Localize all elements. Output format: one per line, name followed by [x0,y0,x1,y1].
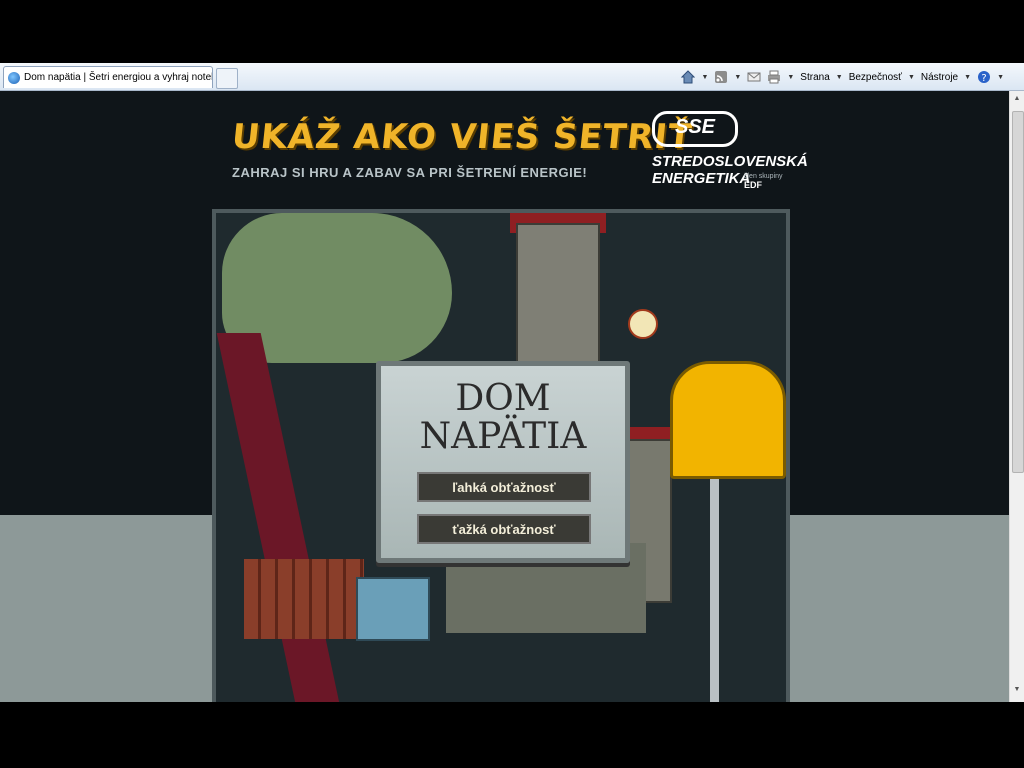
menu-bezpecnost[interactable]: Bezpečnosť [849,72,902,83]
home-icon[interactable] [681,70,696,84]
energy-badge-icon [628,309,658,339]
scroll-up-icon[interactable]: ▲ [1012,95,1022,107]
chevron-down-icon[interactable]: ▼ [701,74,708,81]
page-subline: ZAHRAJ SI HRU A ZABAV SA PRI ŠETRENÍ ENE… [232,165,588,180]
menu-nastroje[interactable]: Nástroje [921,72,958,83]
page-headline: UKÁŽ AKO VIEŠ ŠETRIŤ [229,117,695,157]
easy-difficulty-button[interactable]: ľahká obťažnosť [417,472,591,502]
svg-text:?: ? [981,73,986,84]
chevron-down-icon[interactable]: ▼ [787,74,794,81]
tab-title: Dom napätia | Šetri energiou a vyhraj no… [24,72,212,83]
hard-difficulty-button[interactable]: ťažká obťažnosť [417,514,591,544]
tab-current[interactable]: Dom napätia | Šetri energiou a vyhraj no… [3,66,213,88]
scroll-down-icon[interactable]: ▼ [1012,686,1022,698]
game-frame[interactable]: DOM NAPÄTIA ľahká obťažnosť ťažká obťažn… [212,209,790,702]
mail-icon[interactable] [747,70,761,84]
command-bar: ▼ ▼ ▼ Strana ▼ Bezpečnosť ▼ Nástroje ▼ ?… [681,67,1004,87]
ie-icon [8,72,20,84]
edf-text: člen skupiny [744,173,783,180]
feeds-icon[interactable] [714,70,728,84]
help-icon[interactable]: ? [977,70,991,84]
mailbox-post [710,479,719,702]
page-viewport: UKÁŽ AKO VIEŠ ŠETRIŤ ZAHRAJ SI HRU A ZAB… [0,91,1009,702]
edf-logo: člen skupiny EDF [744,173,802,190]
title-sign: DOM NAPÄTIA ľahká obťažnosť ťažká obťažn… [376,361,630,563]
logo-name-line1: STREDOSLOVENSKÁ [652,153,808,170]
house-tower [516,223,600,367]
scroll-thumb[interactable] [1012,111,1024,473]
tree-trunk [216,333,340,702]
chevron-down-icon[interactable]: ▼ [908,74,915,81]
chevron-down-icon[interactable]: ▼ [836,74,843,81]
chevron-down-icon[interactable]: ▼ [734,74,741,81]
mailbox [670,361,786,479]
trash-bin [356,577,430,641]
menu-strana[interactable]: Strana [800,72,829,83]
browser-toolbar: Dom napätia | Šetri energiou a vyhraj no… [0,63,1024,91]
sse-logo[interactable]: SSE STREDOSLOVENSKÁ ENERGETIKA člen skup… [652,111,808,190]
game-title-line2: NAPÄTIA [419,416,587,457]
chevron-down-icon[interactable]: ▼ [964,74,971,81]
print-icon[interactable] [767,70,781,84]
vertical-scrollbar[interactable]: ▲ ▼ [1009,91,1024,702]
chevron-down-icon[interactable]: ▼ [997,74,1004,81]
fence [244,559,364,639]
edf-logo-text: EDF [744,180,762,190]
sse-logo-mark: SSE [652,111,738,147]
game-title-line1: DOM [455,378,551,419]
new-tab-button[interactable] [216,68,238,89]
